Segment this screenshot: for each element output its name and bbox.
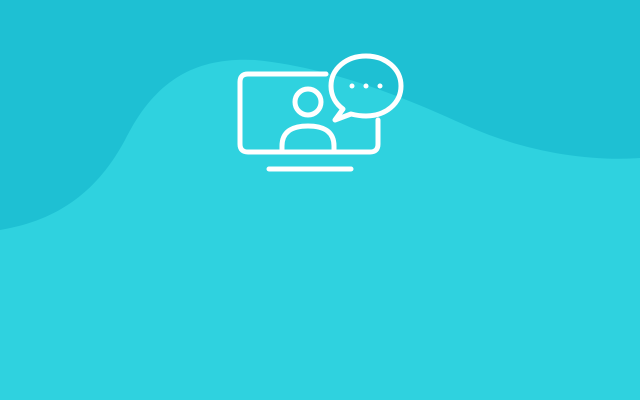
person-body-icon xyxy=(279,123,337,153)
bubble-dot-2 xyxy=(363,83,369,89)
person-head-icon xyxy=(292,86,324,118)
canvas xyxy=(0,0,640,400)
bubble-dot-1 xyxy=(349,83,355,89)
video-chat-icon xyxy=(228,50,412,180)
bubble-dot-3 xyxy=(377,83,383,89)
